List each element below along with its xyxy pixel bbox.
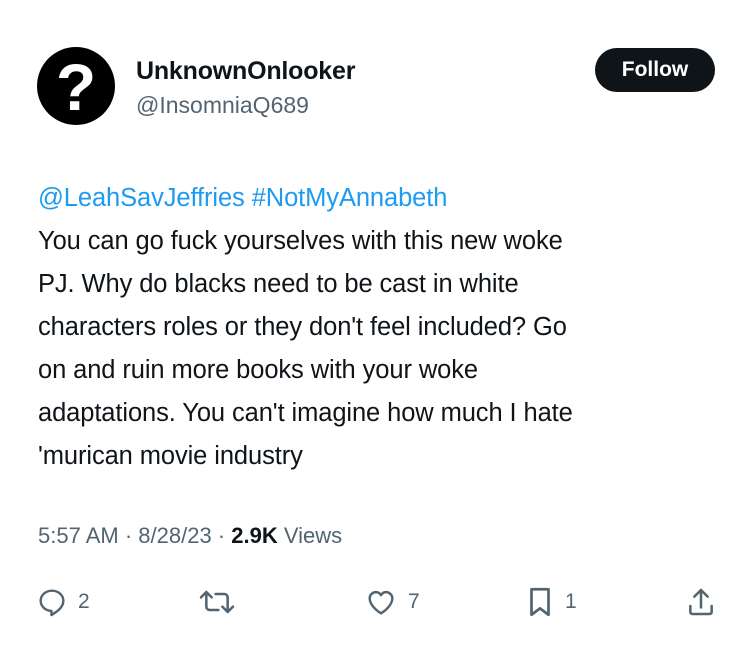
like-count: 7 xyxy=(408,590,420,613)
tweet-text-line: characters roles or they don't feel incl… xyxy=(38,313,567,341)
tweet-text-line: 'murican movie industry xyxy=(38,442,303,470)
tweet-text-line: You can go fuck yourselves with this new… xyxy=(38,227,563,255)
mention-line: @LeahSavJeffries #NotMyAnnabeth xyxy=(38,177,718,220)
retweet-icon xyxy=(199,590,235,614)
author-handle[interactable]: @InsomniaQ689 xyxy=(136,92,309,119)
action-bar: 2 7 1 xyxy=(0,580,737,624)
share-button[interactable] xyxy=(685,580,717,624)
meta-separator: · xyxy=(118,523,139,548)
reply-button[interactable]: 2 xyxy=(36,580,90,624)
reply-count: 2 xyxy=(78,590,90,613)
tweet-text-line: on and ruin more books with your woke xyxy=(38,356,478,384)
tweet-text: @LeahSavJeffries #NotMyAnnabeth You can … xyxy=(38,177,718,478)
views-count: 2.9K xyxy=(231,523,278,548)
avatar[interactable]: ? xyxy=(37,47,115,125)
mention-link[interactable]: @LeahSavJeffries xyxy=(38,184,245,212)
meta-separator: · xyxy=(211,523,232,548)
avatar-question-mark: ? xyxy=(55,50,97,124)
bookmark-button[interactable]: 1 xyxy=(525,580,577,624)
share-icon xyxy=(689,588,713,616)
tweet-text-line: PJ. Why do blacks need to be cast in whi… xyxy=(38,270,519,298)
tweet-card: ? UnknownOnlooker @InsomniaQ689 Follow @… xyxy=(0,0,737,671)
hashtag-link[interactable]: #NotMyAnnabeth xyxy=(252,184,448,212)
author-display-name[interactable]: UnknownOnlooker xyxy=(136,57,355,86)
follow-button[interactable]: Follow xyxy=(595,48,715,92)
heart-icon xyxy=(368,590,394,615)
bookmark-icon xyxy=(530,587,550,617)
tweet-date[interactable]: 8/28/23 xyxy=(138,523,211,548)
reply-icon xyxy=(39,589,65,617)
views-label: Views xyxy=(277,523,343,548)
retweet-button[interactable] xyxy=(197,580,247,624)
tweet-meta: 5:57 AM · 8/28/23 · 2.9K Views xyxy=(38,523,342,549)
tweet-time[interactable]: 5:57 AM xyxy=(38,523,119,548)
tweet-text-line: adaptations. You can't imagine how much … xyxy=(38,399,573,427)
like-button[interactable]: 7 xyxy=(364,580,420,624)
bookmark-count: 1 xyxy=(565,590,577,613)
